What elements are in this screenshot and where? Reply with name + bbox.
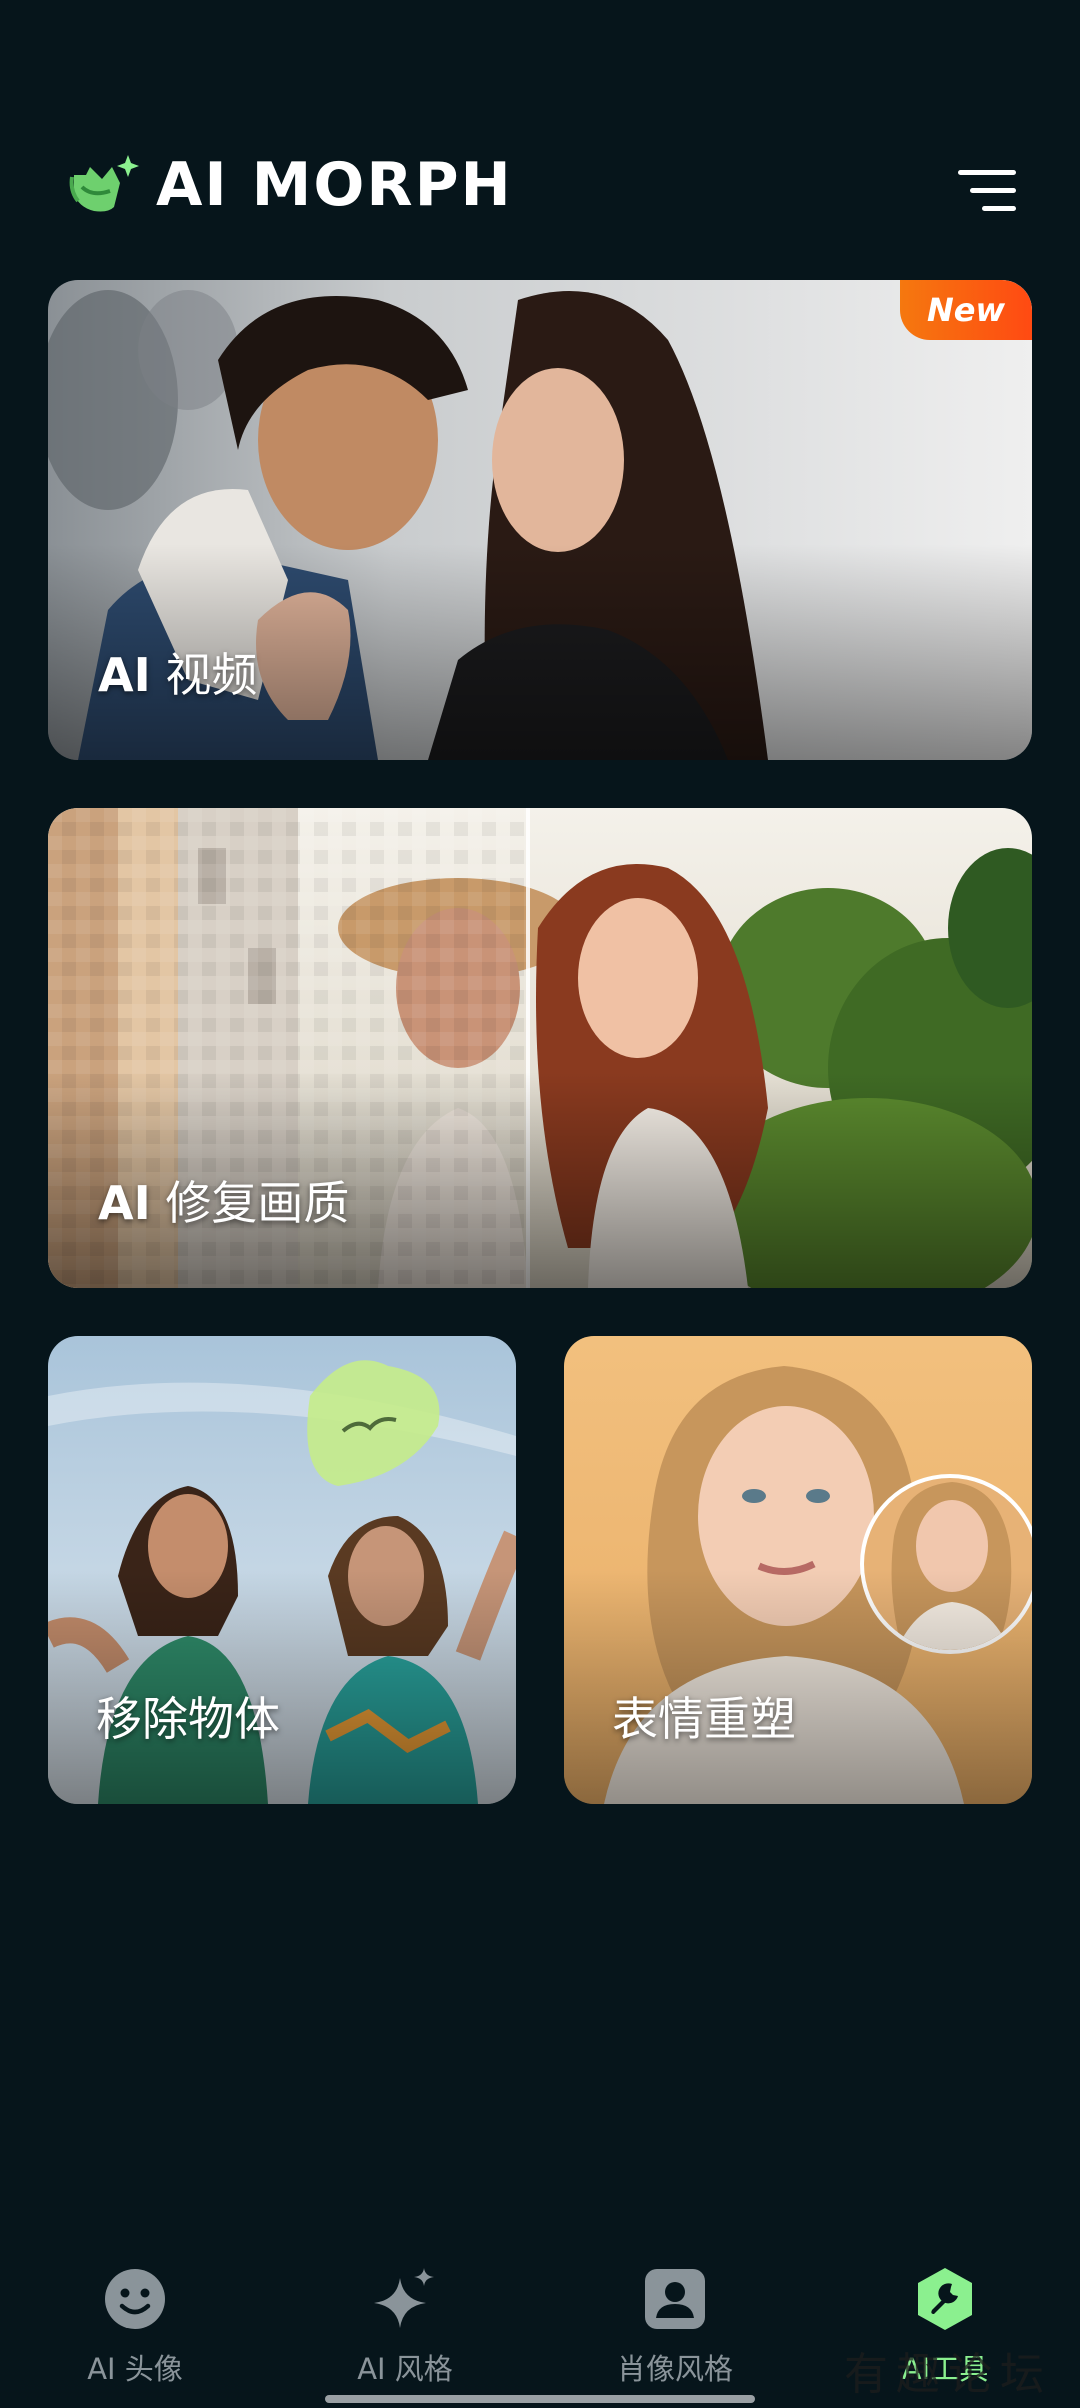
wrench-icon <box>918 2268 972 2330</box>
new-badge: New <box>900 280 1032 340</box>
home-indicator[interactable] <box>325 2395 755 2403</box>
sparkle-icon <box>374 2268 434 2328</box>
nav-label-ai-style: AI 风格 <box>357 2352 453 2386</box>
ai-video-card[interactable]: New AI 视频 <box>48 280 1032 760</box>
nav-tab-ai-style[interactable]: AI 风格 <box>295 2240 515 2408</box>
logo-text: AI MORPH <box>156 150 513 220</box>
ai-restore-card[interactable]: AI 修复画质 <box>48 808 1032 1288</box>
expression-reshape-card[interactable]: 表情重塑 <box>564 1336 1032 1804</box>
ai-restore-label: AI 修复画质 <box>98 1180 349 1226</box>
nav-tab-portrait-style[interactable]: 肖像风格 <box>565 2240 785 2408</box>
nav-label-ai-avatar: AI 头像 <box>87 2352 183 2386</box>
menu-button[interactable] <box>952 160 1024 220</box>
ai-video-label: AI 视频 <box>98 652 257 698</box>
nav-tab-ai-avatar[interactable]: AI 头像 <box>25 2240 245 2408</box>
remove-object-label: 移除物体 <box>96 1692 280 1746</box>
ai-restore-label-prefix: AI <box>98 1176 151 1230</box>
ai-restore-label-text: 修复画质 <box>165 1176 350 1230</box>
expression-reshape-label: 表情重塑 <box>612 1692 796 1746</box>
ai-video-label-text: 视频 <box>165 648 258 702</box>
smiley-icon <box>105 2269 165 2329</box>
app-screen: AI MORPH New AI 视频 AI 修复画质 移除物体 表情重塑 AI … <box>0 0 1080 2408</box>
hamburger-menu-icon <box>958 170 1016 211</box>
portrait-icon <box>645 2269 705 2329</box>
remove-object-card[interactable]: 移除物体 <box>48 1336 516 1804</box>
watermark: 有趣论坛 <box>844 2349 1052 2400</box>
nav-label-portrait-style: 肖像风格 <box>616 2352 733 2386</box>
ai-video-label-prefix: AI <box>98 648 151 702</box>
logo-mark-icon <box>68 153 144 217</box>
app-logo: AI MORPH <box>68 145 513 225</box>
header: AI MORPH <box>0 0 1080 260</box>
